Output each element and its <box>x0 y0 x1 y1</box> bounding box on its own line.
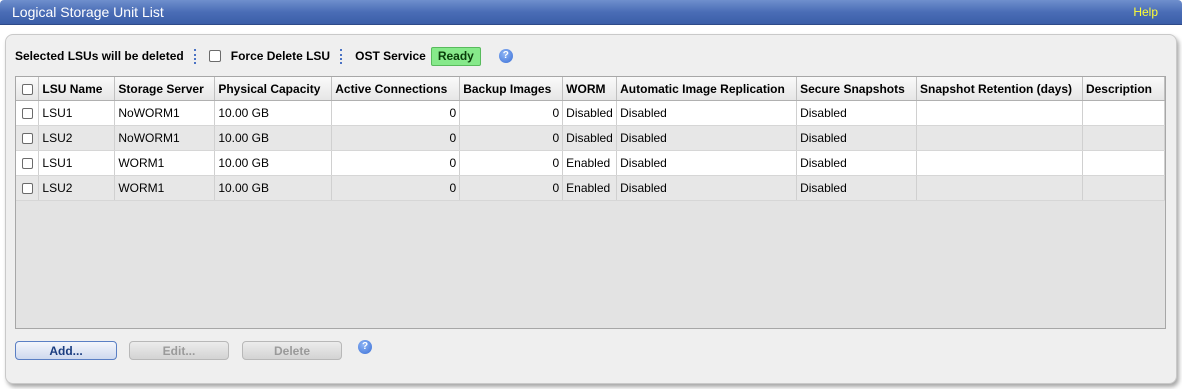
window-titlebar: Logical Storage Unit List Help <box>0 0 1182 25</box>
help-link[interactable]: Help <box>1133 5 1158 19</box>
cell-active-connections: 0 <box>331 175 461 201</box>
cell-backup-images: 0 <box>459 125 564 151</box>
cell-active-connections: 0 <box>331 150 461 176</box>
column-header-description[interactable]: Description <box>1082 77 1166 101</box>
cell-auto-replication: Disabled <box>616 175 798 201</box>
cell-storage-server: NoWORM1 <box>114 100 216 126</box>
cell-physical-capacity: 10.00 GB <box>214 150 333 176</box>
toolbar-separator <box>340 48 345 64</box>
cell-lsu-name: LSU1 <box>38 100 116 126</box>
cell-storage-server: WORM1 <box>114 175 216 201</box>
ost-status-badge: Ready <box>430 46 481 66</box>
column-header-storage-server[interactable]: Storage Server <box>114 77 216 101</box>
cell-physical-capacity: 10.00 GB <box>214 175 333 201</box>
toolbar-separator <box>193 48 199 64</box>
cell-secure-snapshots: Disabled <box>796 125 918 151</box>
table-row[interactable]: LSU1 WORM1 10.00 GB 0 0 Enabled Disabled… <box>16 150 1166 176</box>
column-header-auto-replication[interactable]: Automatic Image Replication <box>616 77 798 101</box>
cell-snapshot-retention <box>916 150 1083 176</box>
cell-lsu-name: LSU2 <box>38 175 116 201</box>
row-select-cell[interactable] <box>16 175 40 201</box>
row-checkbox[interactable] <box>21 183 33 195</box>
force-delete-label: Force Delete LSU <box>230 49 331 63</box>
cell-secure-snapshots: Disabled <box>796 100 918 126</box>
selected-lsus-label: Selected LSUs will be deleted <box>15 49 184 63</box>
row-select-cell[interactable] <box>16 100 40 126</box>
column-header-backup-images[interactable]: Backup Images <box>459 77 564 101</box>
row-select-cell[interactable] <box>16 150 40 176</box>
toolbar: Selected LSUs will be deleted Force Dele… <box>15 46 513 66</box>
lsu-table-container: LSU Name Storage Server Physical Capacit… <box>15 76 1166 329</box>
ost-service-label: OST Service <box>355 49 426 63</box>
column-header-lsu-name[interactable]: LSU Name <box>38 77 116 101</box>
cell-storage-server: NoWORM1 <box>114 125 216 151</box>
cell-description <box>1082 175 1166 201</box>
question-circle-icon[interactable]: ? <box>358 340 372 354</box>
cell-description <box>1082 100 1166 126</box>
lsu-panel: Selected LSUs will be deleted Force Dele… <box>5 34 1177 384</box>
cell-lsu-name: LSU2 <box>38 125 116 151</box>
force-delete-checkbox[interactable] <box>208 50 221 62</box>
cell-worm: Disabled <box>562 125 618 151</box>
cell-active-connections: 0 <box>331 125 461 151</box>
cell-backup-images: 0 <box>459 175 564 201</box>
table-header-row: LSU Name Storage Server Physical Capacit… <box>16 77 1166 101</box>
column-header-snapshot-retention[interactable]: Snapshot Retention (days) <box>916 77 1083 101</box>
cell-active-connections: 0 <box>331 100 461 126</box>
column-header-active-connections[interactable]: Active Connections <box>331 77 461 101</box>
column-header-physical-capacity[interactable]: Physical Capacity <box>214 77 333 101</box>
cell-description <box>1082 125 1166 151</box>
cell-description <box>1082 150 1166 176</box>
select-all-header[interactable] <box>16 77 40 101</box>
cell-physical-capacity: 10.00 GB <box>214 125 333 151</box>
cell-storage-server: WORM1 <box>114 150 216 176</box>
cell-auto-replication: Disabled <box>616 150 798 176</box>
select-all-checkbox[interactable] <box>21 83 33 95</box>
cell-snapshot-retention <box>916 175 1083 201</box>
row-select-cell[interactable] <box>16 125 40 151</box>
question-circle-icon[interactable]: ? <box>498 49 513 63</box>
row-checkbox[interactable] <box>21 133 33 145</box>
cell-backup-images: 0 <box>459 150 564 176</box>
delete-button[interactable]: Delete <box>242 341 342 360</box>
cell-physical-capacity: 10.00 GB <box>214 100 333 126</box>
edit-button[interactable]: Edit... <box>129 341 229 360</box>
cell-secure-snapshots: Disabled <box>796 175 918 201</box>
lsu-table: LSU Name Storage Server Physical Capacit… <box>16 77 1166 201</box>
cell-auto-replication: Disabled <box>616 125 798 151</box>
table-row[interactable]: LSU1 NoWORM1 10.00 GB 0 0 Disabled Disab… <box>16 100 1166 126</box>
cell-snapshot-retention <box>916 125 1083 151</box>
column-header-secure-snapshots[interactable]: Secure Snapshots <box>796 77 918 101</box>
cell-worm: Enabled <box>562 150 618 176</box>
row-checkbox[interactable] <box>21 158 33 170</box>
add-button[interactable]: Add... <box>15 341 117 360</box>
cell-auto-replication: Disabled <box>616 100 798 126</box>
table-row[interactable]: LSU2 WORM1 10.00 GB 0 0 Enabled Disabled… <box>16 175 1166 201</box>
column-header-worm[interactable]: WORM <box>562 77 618 101</box>
cell-worm: Disabled <box>562 100 618 126</box>
cell-backup-images: 0 <box>459 100 564 126</box>
cell-worm: Enabled <box>562 175 618 201</box>
table-row[interactable]: LSU2 NoWORM1 10.00 GB 0 0 Disabled Disab… <box>16 125 1166 151</box>
cell-secure-snapshots: Disabled <box>796 150 918 176</box>
row-checkbox[interactable] <box>21 108 33 120</box>
cell-lsu-name: LSU1 <box>38 150 116 176</box>
window-title: Logical Storage Unit List <box>12 4 164 20</box>
cell-snapshot-retention <box>916 100 1083 126</box>
